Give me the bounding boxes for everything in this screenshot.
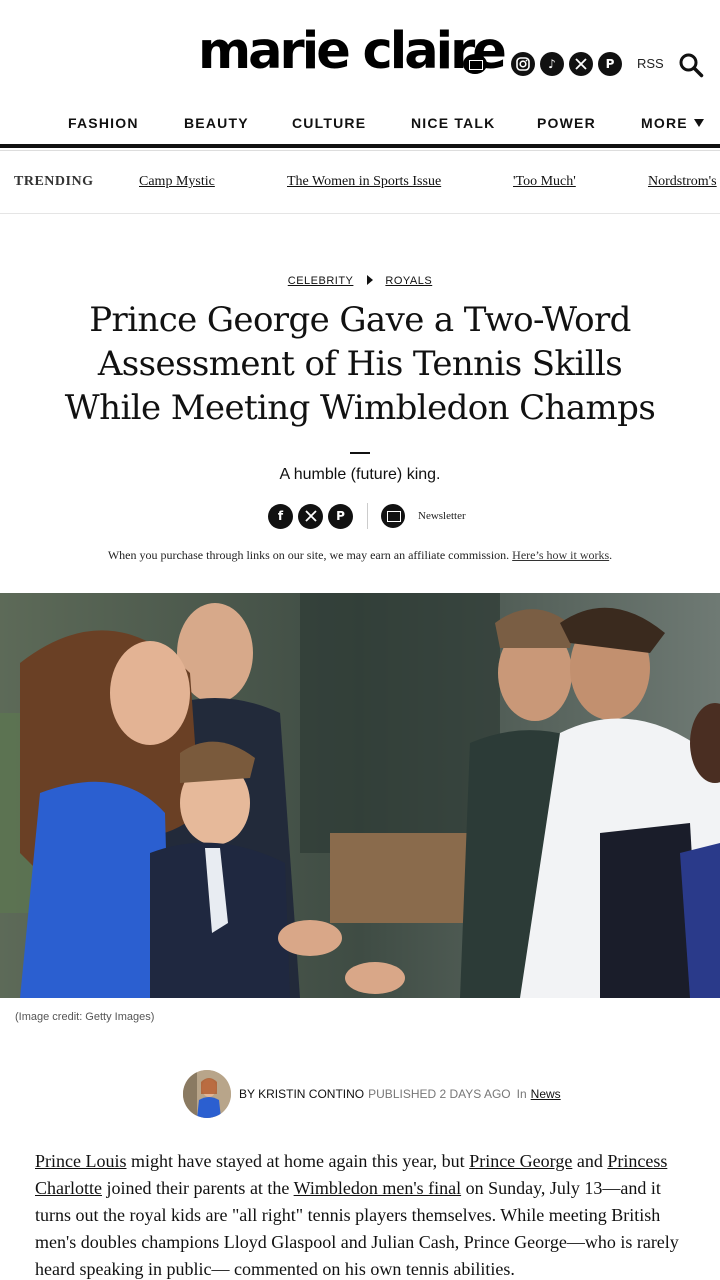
nav-more[interactable]: MORE xyxy=(641,115,704,131)
rss-link[interactable]: RSS xyxy=(637,56,664,71)
affiliate-disclaimer: When you purchase through links on our s… xyxy=(0,548,720,563)
site-logo[interactable]: marie claire xyxy=(198,22,507,82)
nav-fashion[interactable]: FASHION xyxy=(68,115,139,131)
nav-culture[interactable]: CULTURE xyxy=(292,115,366,131)
nav-power[interactable]: POWER xyxy=(537,115,596,131)
article-strapline: A humble (future) king. xyxy=(279,466,441,483)
trending-link[interactable]: The Women in Sports Issue xyxy=(287,174,441,190)
breadcrumb-royals[interactable]: ROYALS xyxy=(385,275,432,287)
social-links: ♪ P xyxy=(511,52,622,76)
site-header: marie claire ♪ P RSS xyxy=(0,0,720,100)
nav-beauty[interactable]: BEAUTY xyxy=(184,115,249,131)
link-wimbledon-final[interactable]: Wimbledon men's final xyxy=(294,1178,461,1198)
trending-link[interactable]: Nordstrom's xyxy=(648,174,717,190)
link-prince-george[interactable]: Prince George xyxy=(469,1151,572,1171)
trending-link[interactable]: 'Too Much' xyxy=(513,174,576,190)
byline: BY KRISTIN CONTINO PUBLISHED 2 DAYS AGO … xyxy=(183,1070,561,1118)
breadcrumb: CELEBRITY ROYALS xyxy=(0,275,720,287)
image-credit: (Image credit: Getty Images) xyxy=(15,1011,155,1023)
affiliate-text: When you purchase through links on our s… xyxy=(107,548,510,562)
main-nav: FASHION BEAUTY CULTURE NICE TALK POWER M… xyxy=(0,100,720,148)
body-text: might have stayed at home again this yea… xyxy=(126,1151,470,1171)
trending-label: TRENDING xyxy=(14,174,94,189)
tiktok-icon[interactable]: ♪ xyxy=(540,52,564,76)
nav-more-label: MORE xyxy=(641,115,688,131)
share-bar: f P Newsletter xyxy=(268,503,466,529)
article-body: Prince Louis might have stayed at home a… xyxy=(35,1148,690,1280)
pinterest-icon[interactable]: P xyxy=(328,503,353,529)
link-prince-louis[interactable]: Prince Louis xyxy=(35,1151,127,1171)
caret-down-icon xyxy=(693,119,704,127)
affiliate-how-link[interactable]: Here’s how it works xyxy=(512,548,609,562)
breadcrumb-arrow-icon xyxy=(367,275,374,285)
x-icon[interactable] xyxy=(569,52,593,76)
title-divider xyxy=(350,452,370,454)
hero-image xyxy=(0,593,720,998)
author-avatar[interactable] xyxy=(183,1070,231,1118)
author-name[interactable]: BY KRISTIN CONTINO xyxy=(239,1087,364,1101)
affiliate-end: . xyxy=(609,548,613,562)
body-text: and xyxy=(572,1151,608,1171)
body-text: joined their parents at the xyxy=(101,1178,294,1198)
logo-mail-icon xyxy=(463,54,487,74)
share-divider xyxy=(367,503,368,529)
instagram-icon[interactable] xyxy=(511,52,535,76)
section-prefix: In xyxy=(516,1087,527,1101)
search-icon[interactable] xyxy=(678,52,704,78)
x-icon[interactable] xyxy=(298,503,323,529)
newsletter-icon[interactable] xyxy=(381,504,405,528)
article-title: Prince George Gave a Two-Word Assessment… xyxy=(64,300,656,428)
publish-date: PUBLISHED 2 DAYS AGO xyxy=(368,1087,511,1101)
newsletter-link[interactable]: Newsletter xyxy=(418,510,466,522)
section-link-news[interactable]: News xyxy=(531,1087,561,1101)
pinterest-icon[interactable]: P xyxy=(598,52,622,76)
nav-nice-talk[interactable]: NICE TALK xyxy=(411,115,495,131)
trending-bar: TRENDING Camp Mystic The Women in Sports… xyxy=(0,150,720,214)
breadcrumb-celebrity[interactable]: CELEBRITY xyxy=(288,275,354,287)
trending-link[interactable]: Camp Mystic xyxy=(139,174,215,190)
facebook-icon[interactable]: f xyxy=(268,503,293,529)
